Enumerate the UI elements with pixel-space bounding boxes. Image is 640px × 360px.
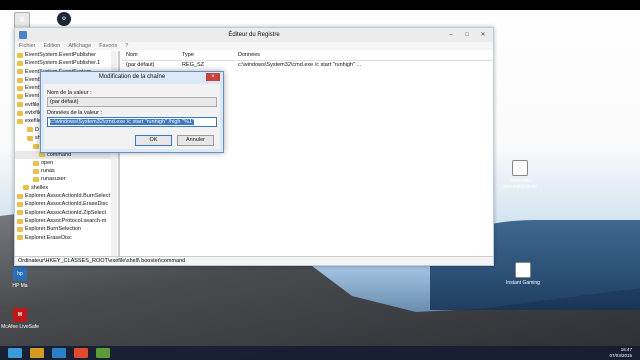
dialog-title: Modification de la chaîne × [41, 72, 223, 83]
tree-item[interactable]: open [15, 159, 118, 167]
text-document-icon [512, 160, 528, 176]
folder-icon [27, 127, 33, 133]
value-data-input[interactable]: c:\windows\System32\cmd.exe /c start "ru… [47, 117, 217, 127]
folder-icon [17, 201, 23, 207]
tree-item[interactable]: runasuser [15, 175, 118, 183]
menu-affichage[interactable]: Affichage [68, 43, 91, 49]
value-name-label: Nom de la valeur : [47, 90, 92, 96]
folder-icon [17, 235, 23, 241]
menu-edition[interactable]: Edition [44, 43, 61, 49]
steam-icon: ⚙ [57, 12, 71, 26]
value-name: (par défaut) [126, 62, 155, 68]
instant-gaming-label: Instant Gaming [506, 280, 540, 286]
maximize-button[interactable]: □ [461, 30, 473, 39]
tree-item[interactable]: Explorer.AssocActionId.EraseDisc [15, 200, 118, 208]
tree-item[interactable]: runas [15, 167, 118, 175]
tree-item[interactable]: EventSystem.EventPublisher.1 [15, 59, 118, 67]
value-name-field[interactable]: (par défaut) [47, 97, 217, 107]
dialog-body: Nom de la valeur : (par défaut) Données … [44, 84, 220, 149]
folder-icon [17, 69, 23, 75]
folder-icon [17, 77, 23, 83]
desktop-icon-new-doc[interactable]: Nouveau document texte [500, 160, 540, 190]
hp-label: HP Ma [12, 283, 28, 289]
folder-icon [17, 193, 23, 199]
folder-icon [17, 94, 23, 100]
value-data-label: Données de la valeur : [47, 110, 103, 116]
folder-icon [33, 168, 39, 174]
status-bar: Ordinateur\HKEY_CLASSES_ROOT\exefile\she… [15, 256, 493, 265]
column-header-name[interactable]: Nom [122, 51, 178, 60]
dialog-buttons: OK Annuler [135, 135, 214, 146]
ok-button[interactable]: OK [135, 135, 172, 146]
tree-item[interactable]: Explorer.BurnSelection [15, 225, 118, 233]
system-tray[interactable]: 16:47 07/03/2015 [609, 347, 632, 358]
minimize-button[interactable]: – [445, 30, 457, 39]
folder-icon [17, 218, 23, 224]
folder-icon [23, 185, 29, 191]
tree-item[interactable]: Explorer.AssocProtocol.search-m [15, 217, 118, 225]
value-type: REG_SZ [182, 62, 205, 68]
value-data: c:\windows\System32\cmd.exe /c start "ru… [238, 62, 362, 68]
folder-icon [17, 52, 23, 58]
folder-icon [17, 60, 23, 66]
desktop-icon-steam[interactable]: ⚙ [44, 12, 84, 28]
tree-item[interactable]: Explorer.EraseDisc [15, 234, 118, 242]
tree-item[interactable]: shellex [15, 184, 118, 192]
mcafee-label: McAfee LiveSafe [1, 324, 39, 330]
column-header-data[interactable]: Données [234, 51, 260, 60]
desktop-icon-mcafee[interactable]: M McAfee LiveSafe [0, 308, 40, 330]
taskbar: 16:47 07/03/2015 [0, 346, 640, 360]
taskbar-app-icon[interactable] [74, 348, 88, 358]
desktop-icon-instant-gaming[interactable]: Instant Gaming [503, 262, 543, 286]
edit-string-dialog[interactable]: Modification de la chaîne × Nom de la va… [40, 71, 224, 153]
folder-icon [33, 160, 39, 166]
menu-help[interactable]: ? [125, 43, 128, 49]
instant-gaming-icon [515, 262, 531, 278]
window-title: Éditeur du Registre [228, 32, 280, 38]
list-row[interactable]: (par défaut) REG_SZ c:\windows\System32\… [122, 61, 493, 69]
dialog-close-button[interactable]: × [206, 73, 220, 81]
start-button[interactable] [8, 348, 22, 358]
desktop-icon-hp[interactable]: hp HP Ma [0, 267, 40, 289]
column-header-type[interactable]: Type [178, 51, 234, 60]
folder-icon [17, 119, 23, 125]
folder-icon [17, 226, 23, 232]
cancel-button[interactable]: Annuler [177, 135, 214, 146]
list-header: Nom Type Données [122, 51, 493, 61]
clock-date: 07/03/2015 [609, 352, 632, 358]
taskbar-app-icon[interactable] [96, 348, 110, 358]
menu-fichier[interactable]: Fichier [19, 43, 36, 49]
tree-item[interactable]: Explorer.AssocActionId.BurnSelect [15, 192, 118, 200]
tree-item[interactable]: EventSystem.EventPublisher [15, 51, 118, 59]
taskbar-ie-icon[interactable] [52, 348, 66, 358]
hp-icon: hp [13, 267, 27, 281]
recycle-bin-icon: 🗑 [14, 12, 30, 28]
folder-icon [33, 177, 39, 183]
folder-icon [17, 210, 23, 216]
folder-icon [17, 85, 23, 91]
close-button[interactable]: ✕ [477, 30, 489, 39]
new-doc-label: Nouveau document texte [502, 178, 538, 190]
folder-icon [33, 143, 39, 149]
menu-bar: Fichier Edition Affichage Favoris ? [15, 42, 493, 50]
folder-icon [27, 135, 33, 141]
menu-favoris[interactable]: Favoris [99, 43, 117, 49]
value-data-text: c:\windows\System32\cmd.exe /c start "ru… [50, 119, 194, 125]
window-controls: – □ ✕ [445, 30, 489, 39]
folder-icon [17, 102, 23, 108]
window-titlebar[interactable]: Éditeur du Registre – □ ✕ [15, 28, 493, 42]
taskbar-explorer-icon[interactable] [30, 348, 44, 358]
tree-item[interactable]: Explorer.AssocActionId.ZipSelect [15, 209, 118, 217]
folder-icon [17, 110, 23, 116]
mcafee-icon: M [13, 308, 27, 322]
top-black-bar [0, 0, 640, 10]
